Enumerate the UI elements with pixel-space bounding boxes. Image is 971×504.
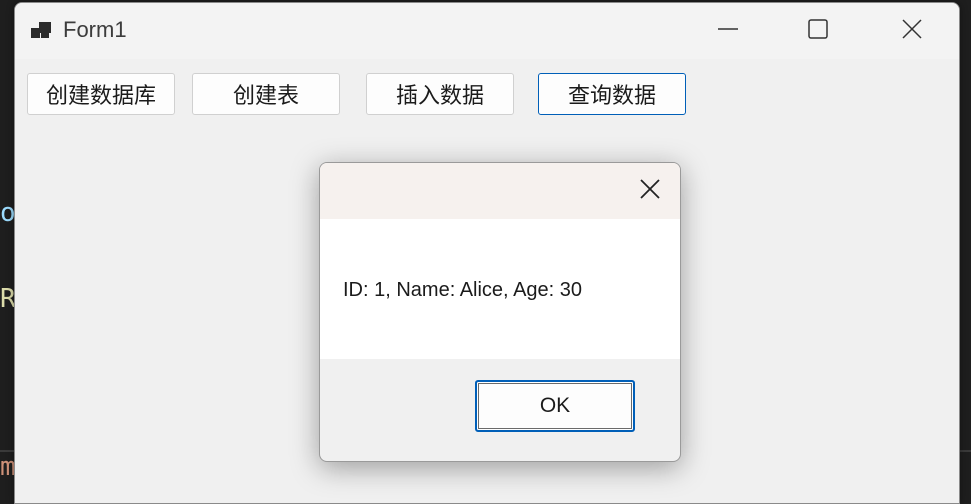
dialog-close-button[interactable] [620,163,680,219]
close-button[interactable] [867,3,957,59]
create-table-button[interactable]: 创建表 [192,73,340,115]
insert-data-button[interactable]: 插入数据 [366,73,514,115]
close-icon [901,18,923,44]
app-icon [31,20,55,42]
minimize-button[interactable] [683,3,773,59]
dialog-title-bar[interactable] [320,163,680,219]
dialog-message: ID: 1, Name: Alice, Age: 30 [343,279,583,301]
message-box-dialog: ID: 1, Name: Alice, Age: 30 OK [319,162,681,462]
close-icon [639,178,661,204]
minimize-icon [717,18,739,44]
query-data-button[interactable]: 查询数据 [538,73,686,115]
ok-button[interactable]: OK [475,380,635,432]
create-database-button[interactable]: 创建数据库 [27,73,175,115]
maximize-button[interactable] [773,3,863,59]
maximize-icon [807,18,829,44]
dialog-body: ID: 1, Name: Alice, Age: 30 [320,219,680,359]
title-bar[interactable]: Form1 [15,3,959,59]
window-title: Form1 [63,17,127,42]
